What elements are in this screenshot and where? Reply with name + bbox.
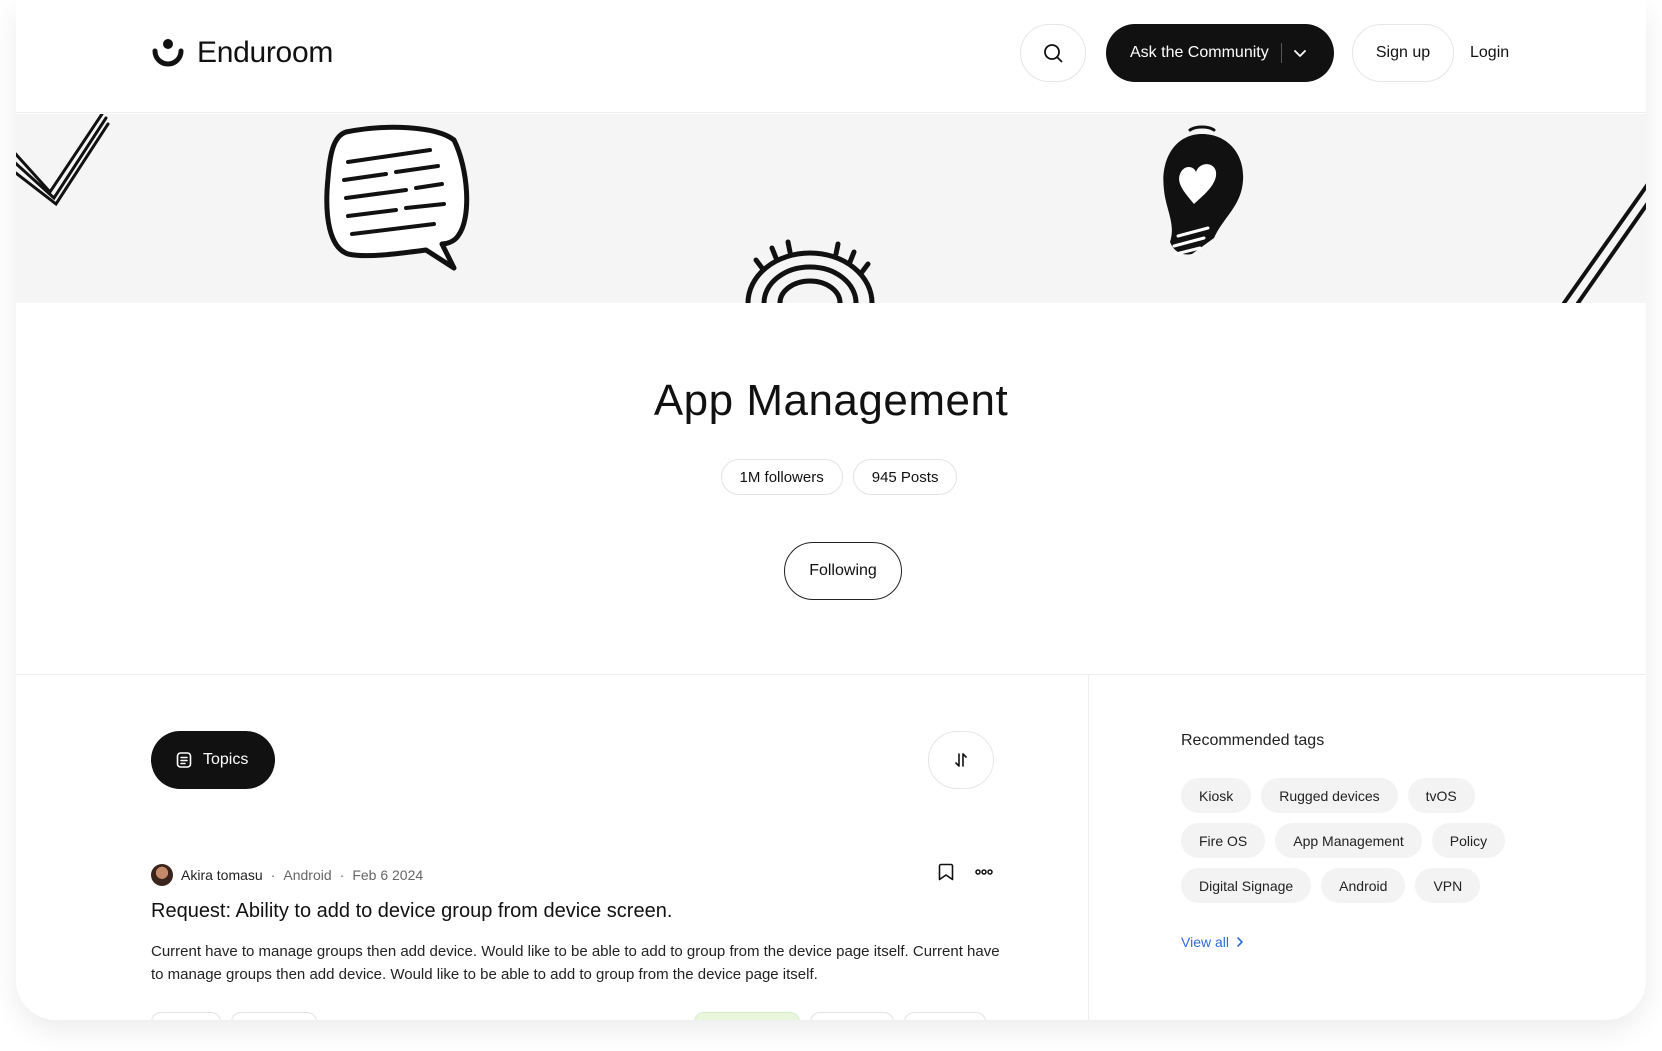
brand-name: Enduroom <box>197 36 334 69</box>
hero-banner <box>16 114 1646 303</box>
topics-label: Topics <box>203 751 249 768</box>
post-stat[interactable] <box>810 1012 894 1020</box>
page-card: Enduroom Ask the Community Sign up Login <box>16 0 1646 1020</box>
post-category[interactable]: Android <box>283 867 331 883</box>
column-divider <box>1088 675 1089 1020</box>
avatar[interactable] <box>151 864 173 886</box>
recommended-tags-list: Kiosk Rugged devices tvOS Fire OS App Ma… <box>1181 778 1541 903</box>
tag-vpn[interactable]: VPN <box>1415 868 1481 903</box>
page-title: App Management <box>653 376 1009 425</box>
tag-tvos[interactable]: tvOS <box>1407 778 1475 813</box>
post-stat[interactable] <box>904 1012 986 1020</box>
post-tag[interactable] <box>231 1012 317 1020</box>
smile-logo-icon <box>152 39 184 67</box>
ask-community-label: Ask the Community <box>1130 44 1269 61</box>
lightbulb-heart-icon <box>1163 125 1244 256</box>
posts-count: 945 Posts <box>852 459 958 495</box>
tag-fire-os[interactable]: Fire OS <box>1181 823 1266 858</box>
search-button[interactable] <box>1020 24 1086 82</box>
post-actions <box>936 862 994 887</box>
bookmark-icon[interactable] <box>936 862 956 887</box>
document-icon <box>176 752 192 768</box>
ask-community-button[interactable]: Ask the Community <box>1106 24 1334 82</box>
search-icon <box>1044 44 1063 63</box>
sort-icon <box>955 753 967 767</box>
meta-separator: · <box>270 867 276 883</box>
meta-separator: · <box>339 867 345 883</box>
tag-rugged-devices[interactable]: Rugged devices <box>1261 778 1398 813</box>
sort-button[interactable] <box>928 731 994 789</box>
following-button[interactable]: Following <box>784 542 902 600</box>
post-meta: Akira tomasu · Android · Feb 6 2024 <box>151 864 423 886</box>
brand-logo[interactable]: Enduroom <box>151 36 333 70</box>
tag-policy[interactable]: Policy <box>1431 823 1506 858</box>
more-options-icon[interactable] <box>974 862 994 887</box>
followers-count: 1M followers <box>720 459 843 495</box>
section-divider <box>16 674 1646 675</box>
post-author[interactable]: Akira tomasu <box>181 867 263 883</box>
button-separator <box>1280 43 1282 63</box>
login-link[interactable]: Login <box>1470 44 1509 62</box>
sun-doodle-icon <box>745 239 875 303</box>
signup-button[interactable]: Sign up <box>1352 24 1454 82</box>
tag-app-management[interactable]: App Management <box>1275 823 1422 858</box>
topics-button[interactable]: Topics <box>151 731 275 789</box>
tag-digital-signage[interactable]: Digital Signage <box>1181 868 1312 903</box>
pencil-doodle-icon <box>1562 183 1646 303</box>
post-body: Current have to manage groups then add d… <box>151 943 1000 983</box>
speech-bubble-icon <box>324 124 470 271</box>
chevron-right-icon <box>1237 937 1243 947</box>
recommended-tags-title: Recommended tags <box>1181 732 1325 749</box>
post-tag[interactable] <box>151 1012 221 1020</box>
view-all-link[interactable]: View all <box>1181 934 1245 950</box>
top-header: Enduroom Ask the Community Sign up Login <box>16 0 1646 113</box>
status-badge <box>694 1012 800 1020</box>
post-date: Feb 6 2024 <box>352 867 424 883</box>
tag-kiosk[interactable]: Kiosk <box>1181 778 1252 813</box>
checkmark-doodle-icon <box>16 114 110 207</box>
post-title[interactable]: Request: Ability to add to device group … <box>151 900 672 923</box>
tag-android[interactable]: Android <box>1321 868 1406 903</box>
view-all-label: View all <box>1181 934 1229 950</box>
stats-row: 1M followers 945 Posts <box>16 459 1646 495</box>
chevron-down-icon[interactable] <box>1292 45 1308 61</box>
banner-illustration <box>16 114 1646 303</box>
